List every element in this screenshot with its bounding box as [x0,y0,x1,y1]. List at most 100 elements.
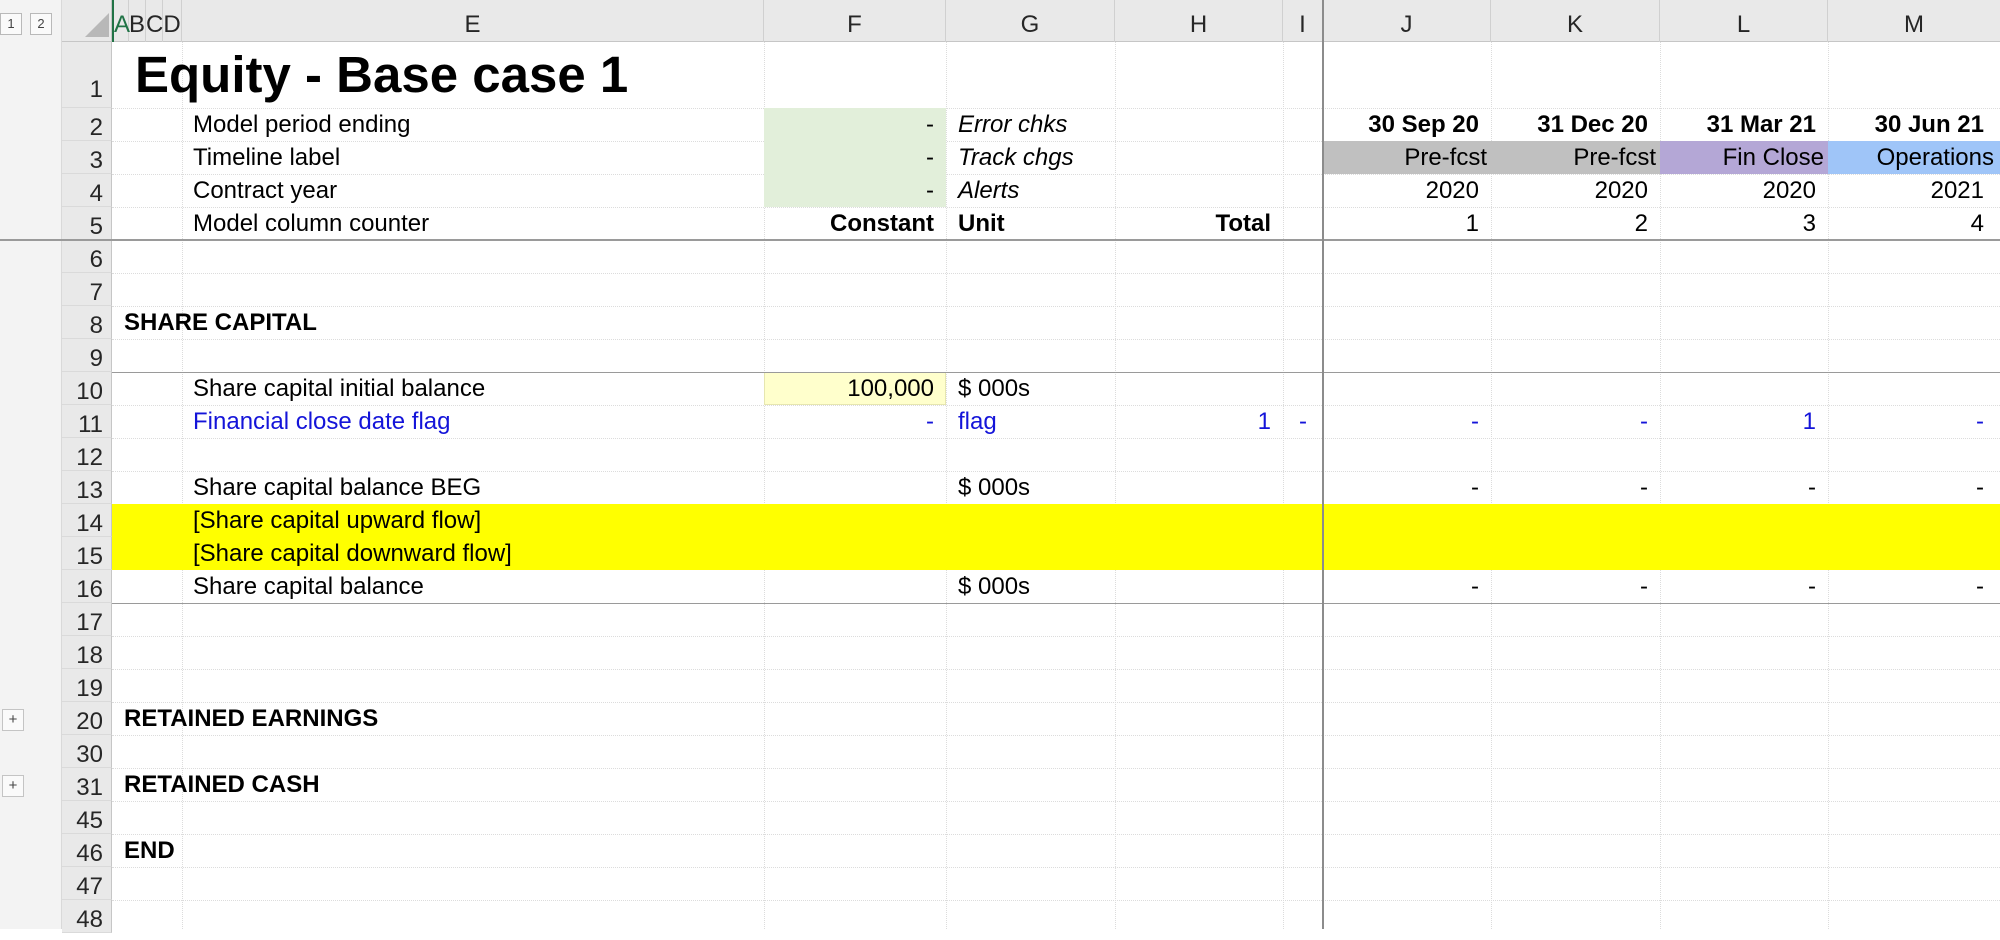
label-financial-close-date-flag[interactable]: Financial close date flag [193,405,450,438]
row-header-19[interactable]: 19 [62,669,112,702]
beg-m[interactable]: - [1828,471,1984,504]
period-counter-j[interactable]: 1 [1323,207,1479,240]
period-year-m[interactable]: 2021 [1828,174,1984,207]
cell-f3[interactable]: - [764,141,934,174]
unit-financial-close-date-flag[interactable]: flag [958,405,997,438]
row-header-9[interactable]: 9 [62,339,112,372]
column-header-j[interactable]: J [1323,0,1491,42]
row-header-11[interactable]: 11 [62,405,112,438]
label-share-capital-balance-beg[interactable]: Share capital balance BEG [193,471,481,504]
balance-k[interactable]: - [1491,570,1648,603]
label-share-capital-balance[interactable]: Share capital balance [193,570,424,603]
unit-share-capital-balance-beg[interactable]: $ 000s [958,471,1030,504]
row-header-10[interactable]: 10 [62,372,112,405]
unit-share-capital-initial-balance[interactable]: $ 000s [958,372,1030,405]
row-header-31[interactable]: 31 [62,768,112,801]
label-timeline-label[interactable]: Timeline label [193,141,340,174]
section-end[interactable]: END [124,834,175,867]
column-header-d[interactable]: D [163,0,182,42]
column-header-b[interactable]: B [129,0,146,42]
label-model-column-counter[interactable]: Model column counter [193,207,429,240]
row-header-14[interactable]: 14 [62,504,112,537]
period-date-j[interactable]: 30 Sep 20 [1323,108,1479,141]
row-header-6[interactable]: 6 [62,240,112,273]
cell-f4[interactable]: - [764,174,934,207]
period-label-j[interactable]: Pre-fcst [1323,141,1487,174]
fc-flag-j[interactable]: - [1323,405,1479,438]
cell-i11[interactable]: - [1283,405,1307,438]
section-retained-cash[interactable]: RETAINED CASH [124,768,320,801]
label-model-period-ending[interactable]: Model period ending [193,108,411,141]
beg-k[interactable]: - [1491,471,1648,504]
outline-level-1-button[interactable]: 1 [0,13,22,35]
row-header-46[interactable]: 46 [62,834,112,867]
expand-group-retained-earnings-button[interactable]: + [2,709,24,731]
column-header-i[interactable]: I [1283,0,1323,42]
label-share-capital-initial-balance[interactable]: Share capital initial balance [193,372,485,405]
row-header-20[interactable]: 20 [62,702,112,735]
balance-l[interactable]: - [1660,570,1816,603]
period-label-k[interactable]: Pre-fcst [1491,141,1656,174]
balance-m[interactable]: - [1828,570,1984,603]
row-header-16[interactable]: 16 [62,570,112,603]
sheet-title[interactable]: Equity - Base case 1 [135,45,628,105]
column-header-e[interactable]: E [182,0,764,42]
balance-j[interactable]: - [1323,570,1479,603]
column-header-m[interactable]: M [1828,0,2000,42]
header-total[interactable]: Total [1115,207,1271,240]
label-contract-year[interactable]: Contract year [193,174,337,207]
input-share-capital-initial-balance[interactable]: 100,000 [764,372,934,405]
column-header-l[interactable]: L [1660,0,1828,42]
period-counter-k[interactable]: 2 [1491,207,1648,240]
row-header-2[interactable]: 2 [62,108,112,141]
period-date-k[interactable]: 31 Dec 20 [1491,108,1648,141]
row-header-7[interactable]: 7 [62,273,112,306]
period-counter-l[interactable]: 3 [1660,207,1816,240]
row-header-12[interactable]: 12 [62,438,112,471]
period-year-j[interactable]: 2020 [1323,174,1479,207]
period-year-k[interactable]: 2020 [1491,174,1648,207]
beg-l[interactable]: - [1660,471,1816,504]
column-header-c[interactable]: C [146,0,163,42]
section-retained-earnings[interactable]: RETAINED EARNINGS [124,702,378,735]
row-header-3[interactable]: 3 [62,141,112,174]
fc-flag-k[interactable]: - [1491,405,1648,438]
column-header-g[interactable]: G [946,0,1115,42]
period-label-l[interactable]: Fin Close [1660,141,1824,174]
column-header-a[interactable]: A [112,0,130,42]
label-track-chgs[interactable]: Track chgs [958,141,1074,174]
label-error-chks[interactable]: Error chks [958,108,1067,141]
section-share-capital[interactable]: SHARE CAPITAL [124,306,317,339]
row-header-8[interactable]: 8 [62,306,112,339]
fc-flag-l[interactable]: 1 [1660,405,1816,438]
unit-share-capital-balance[interactable]: $ 000s [958,570,1030,603]
column-header-k[interactable]: K [1491,0,1660,42]
row-header-48[interactable]: 48 [62,900,112,933]
period-date-m[interactable]: 30 Jun 21 [1828,108,1984,141]
column-header-f[interactable]: F [764,0,946,42]
label-share-capital-downward-flow[interactable]: [Share capital downward flow] [193,537,512,570]
label-share-capital-upward-flow[interactable]: [Share capital upward flow] [193,504,481,537]
period-counter-m[interactable]: 4 [1828,207,1984,240]
row-header-18[interactable]: 18 [62,636,112,669]
expand-group-retained-cash-button[interactable]: + [2,775,24,797]
period-year-l[interactable]: 2020 [1660,174,1816,207]
row-header-45[interactable]: 45 [62,801,112,834]
column-header-h[interactable]: H [1115,0,1283,42]
row-header-47[interactable]: 47 [62,867,112,900]
header-unit[interactable]: Unit [958,207,1005,240]
row-header-5[interactable]: 5 [62,207,112,240]
row-header-15[interactable]: 15 [62,537,112,570]
header-constant[interactable]: Constant [764,207,934,240]
period-date-l[interactable]: 31 Mar 21 [1660,108,1816,141]
fc-flag-m[interactable]: - [1828,405,1984,438]
select-all-corner[interactable] [62,0,112,42]
label-alerts[interactable]: Alerts [958,174,1019,207]
outline-level-2-button[interactable]: 2 [30,13,52,35]
cell-f11[interactable]: - [764,405,934,438]
period-label-m[interactable]: Operations [1828,141,1994,174]
cell-f2[interactable]: - [764,108,934,141]
beg-j[interactable]: - [1323,471,1479,504]
total-financial-close-date-flag[interactable]: 1 [1115,405,1271,438]
row-header-1[interactable]: 1 [62,42,112,108]
